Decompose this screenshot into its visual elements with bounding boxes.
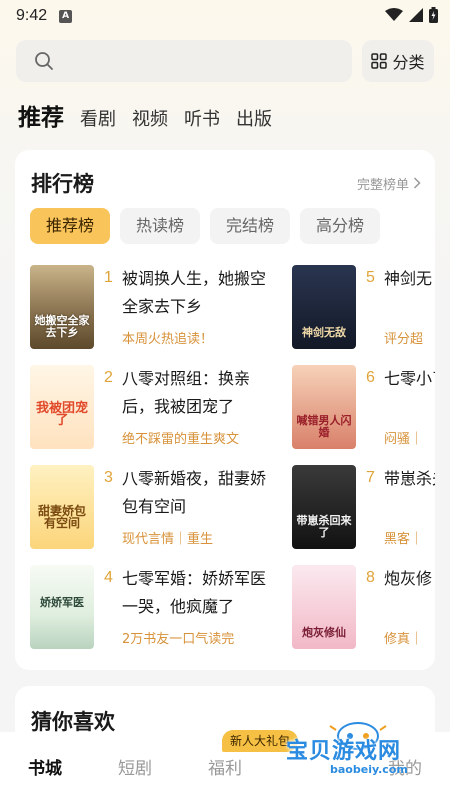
book-tag: 2万书友一口气读完 xyxy=(122,632,235,647)
book-title: 带崽杀夫每天 xyxy=(384,469,435,488)
tab-publish[interactable]: 出版 xyxy=(236,105,272,131)
book-tag: 现代言情｜重生 xyxy=(122,532,214,547)
rank-number: 1 xyxy=(104,269,113,286)
book-title: 神剑无 xyxy=(384,269,433,288)
search-row: 分类 xyxy=(16,40,434,82)
status-bar: 9:42 A xyxy=(0,0,450,32)
book-tag: 闷骚｜ xyxy=(384,432,424,447)
book-title: 八零对照组：换亲后，我被团宠了 xyxy=(122,369,251,416)
cover-title: 炮灰修仙 xyxy=(302,626,346,639)
cover-title: 带崽杀回来了 xyxy=(296,514,352,539)
book-title: 八零新婚夜，甜妻娇包有空间 xyxy=(122,469,267,516)
watermark-text: 宝贝游戏网 xyxy=(286,739,402,764)
rank-tab-recommend[interactable]: 推荐榜 xyxy=(30,208,111,244)
ranking-tabs: 推荐榜 热读榜 完结榜 高分榜 xyxy=(30,208,381,244)
battery-icon xyxy=(429,7,438,23)
chevron-right-icon xyxy=(413,177,421,189)
book-item[interactable]: 带崽杀回来了 7 带崽杀夫每天 黑客｜ xyxy=(292,465,435,549)
book-item[interactable]: 我被团宠了 2 八零对照组：换亲后，我被团宠了 绝不踩雷的重生爽文 xyxy=(30,365,290,449)
cover-title: 神剑无敌 xyxy=(302,326,346,339)
category-label: 分类 xyxy=(392,53,425,72)
book-item[interactable]: 她搬空全家去下乡 1 被调换人生，她搬空全家去下乡 本周火热追读！ xyxy=(30,265,290,349)
ranking-title: 排行榜 xyxy=(31,172,94,196)
search-icon xyxy=(35,52,53,70)
tab-video[interactable]: 视频 xyxy=(132,105,168,131)
status-time: 9:42 xyxy=(16,7,48,24)
book-tag: 本周火热追读！ xyxy=(122,332,214,347)
top-tabs: 推荐 看剧 视频 听书 出版 xyxy=(18,98,272,132)
book-tag: 黑客｜ xyxy=(384,532,424,547)
grid-icon xyxy=(371,53,388,69)
book-item[interactable]: 喊错男人闪婚 6 七零小了，啊 闷骚｜ xyxy=(292,365,435,449)
watermark-url: baobeiy.com xyxy=(330,763,408,776)
rank-number: 2 xyxy=(104,369,113,386)
tab-recommend[interactable]: 推荐 xyxy=(18,98,64,132)
cover-title: 喊错男人闪婚 xyxy=(296,414,352,439)
book-cover: 炮灰修仙 xyxy=(292,565,356,649)
cover-title: 娇娇军医 xyxy=(40,596,84,609)
book-item[interactable]: 甜妻娇包有空间 3 八零新婚夜，甜妻娇包有空间 现代言情｜重生 xyxy=(30,465,290,549)
ranking-card: 排行榜 完整榜单 推荐榜 热读榜 完结榜 高分榜 她搬空全家去下乡 1 被调换人… xyxy=(15,150,435,670)
book-item[interactable]: 娇娇军医 4 七零军婚：娇娇军医一哭，他疯魔了 2万书友一口气读完 xyxy=(30,565,290,649)
cover-title: 甜妻娇包有空间 xyxy=(37,504,86,530)
book-cover: 她搬空全家去下乡 xyxy=(30,265,94,349)
rank-tab-hot[interactable]: 热读榜 xyxy=(120,208,201,244)
book-cover: 神剑无敌 xyxy=(292,265,356,349)
rank-number: 3 xyxy=(104,469,113,486)
signal-icon xyxy=(409,8,423,22)
cover-title: 她搬空全家去下乡 xyxy=(34,314,90,339)
tab-drama[interactable]: 看剧 xyxy=(80,105,116,131)
full-ranking-link[interactable]: 完整榜单 xyxy=(357,174,421,193)
cover-title: 我被团宠了 xyxy=(35,401,88,428)
book-item[interactable]: 神剑无敌 5 神剑无 评分超 xyxy=(292,265,435,349)
book-title: 七零军婚：娇娇军医一哭，他疯魔了 xyxy=(122,569,267,616)
book-cover: 我被团宠了 xyxy=(30,365,94,449)
book-cover: 带崽杀回来了 xyxy=(292,465,356,549)
book-cover: 甜妻娇包有空间 xyxy=(30,465,94,549)
book-cover: 喊错男人闪婚 xyxy=(292,365,356,449)
full-ranking-label: 完整榜单 xyxy=(356,177,409,193)
notification-icon: A xyxy=(59,9,73,23)
nav-bookstore[interactable]: 书城 xyxy=(0,732,90,800)
rank-number: 4 xyxy=(104,569,113,586)
book-tag: 评分超 xyxy=(384,332,424,347)
rank-number: 5 xyxy=(366,269,375,286)
book-title: 被调换人生，她搬空全家去下乡 xyxy=(122,269,267,316)
book-tag: 绝不踩雷的重生爽文 xyxy=(122,432,240,447)
rank-tab-finished[interactable]: 完结榜 xyxy=(210,208,291,244)
book-title: 七零小了，啊 xyxy=(384,369,435,388)
wifi-icon xyxy=(385,8,403,21)
rank-number: 7 xyxy=(366,469,375,486)
rank-tab-top-rated[interactable]: 高分榜 xyxy=(300,208,381,244)
book-title: 炮灰修 xyxy=(384,569,433,588)
nav-short-drama[interactable]: 短剧 xyxy=(90,732,180,800)
rank-number: 6 xyxy=(366,369,375,386)
book-tag: 修真｜ xyxy=(384,632,424,647)
category-button[interactable]: 分类 xyxy=(362,40,434,82)
tab-audiobook[interactable]: 听书 xyxy=(184,105,220,131)
book-cover: 娇娇军医 xyxy=(30,565,94,649)
ranking-header: 排行榜 完整榜单 xyxy=(31,168,421,198)
rank-number: 8 xyxy=(366,569,375,586)
book-item[interactable]: 炮灰修仙 8 炮灰修 修真｜ xyxy=(292,565,435,649)
search-input[interactable] xyxy=(16,40,352,82)
